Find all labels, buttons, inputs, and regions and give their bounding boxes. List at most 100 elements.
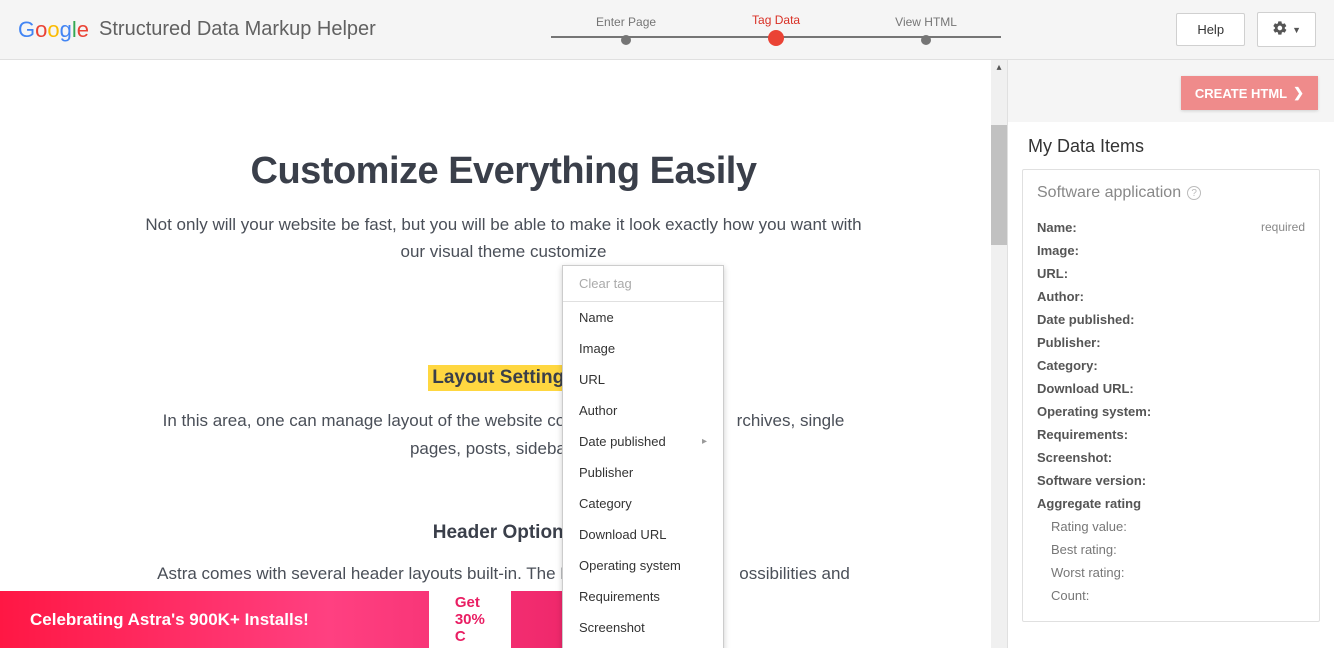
context-menu-item-label: Image — [579, 341, 615, 356]
header-buttons: Help ▼ — [1176, 12, 1316, 47]
context-menu-item[interactable]: Name — [563, 302, 723, 333]
data-field-row: Best rating: — [1051, 538, 1305, 561]
context-menu-item[interactable]: Category — [563, 488, 723, 519]
countdown-seconds: 57Seconds — [733, 603, 772, 636]
context-menu-item-label: Author — [579, 403, 617, 418]
data-field-row: Category: — [1037, 354, 1305, 377]
field-label: Rating value: — [1051, 519, 1127, 534]
data-field-row: Author: — [1037, 285, 1305, 308]
context-menu-item-label: Operating system — [579, 558, 681, 573]
step-label: View HTML — [851, 15, 1001, 29]
layout-settings-heading[interactable]: Layout Settings — [428, 365, 579, 391]
context-menu-clear[interactable]: Clear tag — [563, 266, 723, 302]
logo-area: Google Structured Data Markup Helper — [18, 17, 376, 43]
required-label: required — [1261, 220, 1305, 235]
section-layout: Layout Settings In this area, one can ma… — [120, 365, 887, 461]
context-menu-item-label: Requirements — [579, 589, 660, 604]
hero-title: Customize Everything Easily — [120, 150, 887, 193]
step-label: Enter Page — [551, 15, 701, 29]
field-aggregate-rating: Aggregate rating — [1037, 492, 1305, 515]
context-menu-item[interactable]: Screenshot — [563, 612, 723, 643]
main-area: Customize Everything Easily Not only wil… — [0, 60, 1334, 648]
caret-down-icon: ▼ — [1292, 25, 1301, 35]
context-menu-item-label: Name — [579, 310, 614, 325]
context-menu-item[interactable]: Requirements — [563, 581, 723, 612]
page-preview[interactable]: Customize Everything Easily Not only wil… — [0, 60, 1007, 614]
data-field-row: Operating system: — [1037, 400, 1305, 423]
hero-description: Not only will your website be fast, but … — [144, 211, 864, 265]
data-field-row: Name: required — [1037, 216, 1305, 239]
layout-description: In this area, one can manage layout of t… — [144, 407, 864, 461]
data-field-row: Worst rating: — [1051, 561, 1305, 584]
context-menu-item[interactable]: Software version — [563, 643, 723, 648]
context-menu-item[interactable]: Date published ▸ — [563, 426, 723, 457]
context-menu-item-label: Date published — [579, 434, 666, 449]
field-label: Image: — [1037, 243, 1079, 258]
field-label: Download URL: — [1037, 381, 1134, 396]
google-logo: Google — [18, 17, 89, 43]
scroll-thumb[interactable] — [991, 125, 1007, 245]
scroll-up-icon[interactable]: ▴ — [991, 60, 1007, 76]
sidebar-title: My Data Items — [1008, 122, 1334, 169]
promo-cta-button[interactable]: Get 30% C — [429, 583, 511, 648]
content-scrollbar[interactable]: ▴ — [991, 60, 1007, 648]
data-field-row: Software version: — [1037, 469, 1305, 492]
stepper: Enter Page Tag Data View HTML — [476, 13, 1076, 46]
field-label: Count: — [1051, 588, 1089, 603]
tag-context-menu: Clear tag Name Image URL Author Date publish… — [562, 265, 724, 648]
help-button[interactable]: Help — [1176, 13, 1245, 46]
step-label: Tag Data — [701, 13, 851, 27]
context-menu-item-label: Category — [579, 496, 632, 511]
chevron-right-icon: ❯ — [1293, 85, 1304, 101]
help-icon[interactable]: ? — [1187, 186, 1201, 200]
promo-banner: Celebrating Astra's 900K+ Installs! Get … — [0, 591, 658, 648]
settings-button[interactable]: ▼ — [1257, 12, 1316, 47]
field-label: Best rating: — [1051, 542, 1117, 557]
data-type-heading: Software application ? — [1037, 184, 1305, 202]
content-panel: Customize Everything Easily Not only wil… — [0, 60, 1007, 648]
step-view-html[interactable]: View HTML — [851, 15, 1001, 45]
context-menu-item[interactable]: URL — [563, 364, 723, 395]
sidebar: CREATE HTML ❯ My Data Items Software app… — [1007, 60, 1334, 648]
field-label: Operating system: — [1037, 404, 1151, 419]
context-menu-item[interactable]: Download URL — [563, 519, 723, 550]
field-label: Software version: — [1037, 473, 1146, 488]
data-items-box: Software application ? Name: required Imag… — [1022, 169, 1320, 622]
field-label: URL: — [1037, 266, 1068, 281]
data-field-row: Screenshot: — [1037, 446, 1305, 469]
step-tag-data[interactable]: Tag Data — [701, 13, 851, 46]
data-field-row: Requirements: — [1037, 423, 1305, 446]
context-menu-item-label: Screenshot — [579, 620, 645, 635]
app-title: Structured Data Markup Helper — [99, 18, 376, 41]
field-label: Requirements: — [1037, 427, 1128, 442]
context-menu-item[interactable]: Operating system — [563, 550, 723, 581]
field-label: Author: — [1037, 289, 1084, 304]
data-field-row: Date published: — [1037, 308, 1305, 331]
promo-text: Celebrating Astra's 900K+ Installs! — [30, 610, 309, 630]
gear-icon — [1272, 20, 1288, 39]
data-field-row: Count: — [1051, 584, 1305, 607]
data-field-row: URL: — [1037, 262, 1305, 285]
create-html-button[interactable]: CREATE HTML ❯ — [1181, 76, 1318, 110]
chevron-right-icon: ▸ — [702, 436, 707, 447]
data-field-row: Rating value: — [1051, 515, 1305, 538]
data-field-row: Download URL: — [1037, 377, 1305, 400]
context-menu-item[interactable]: Image — [563, 333, 723, 364]
context-menu-item-label: Publisher — [579, 465, 633, 480]
step-enter-page[interactable]: Enter Page — [551, 15, 701, 45]
context-menu-item-label: Download URL — [579, 527, 666, 542]
field-label: Date published: — [1037, 312, 1135, 327]
data-field-row: Image: — [1037, 239, 1305, 262]
field-label: Name: — [1037, 220, 1077, 235]
field-label: Category: — [1037, 358, 1098, 373]
context-menu-item[interactable]: Author — [563, 395, 723, 426]
field-label: Worst rating: — [1051, 565, 1124, 580]
app-header: Google Structured Data Markup Helper Ent… — [0, 0, 1334, 60]
header-options-heading: Header Options — [433, 522, 574, 544]
field-label: Publisher: — [1037, 335, 1101, 350]
data-field-row: Publisher: — [1037, 331, 1305, 354]
create-html-label: CREATE HTML — [1195, 86, 1287, 101]
context-menu-item-label: URL — [579, 372, 605, 387]
context-menu-item[interactable]: Publisher — [563, 457, 723, 488]
create-html-wrap: CREATE HTML ❯ — [1008, 60, 1334, 122]
